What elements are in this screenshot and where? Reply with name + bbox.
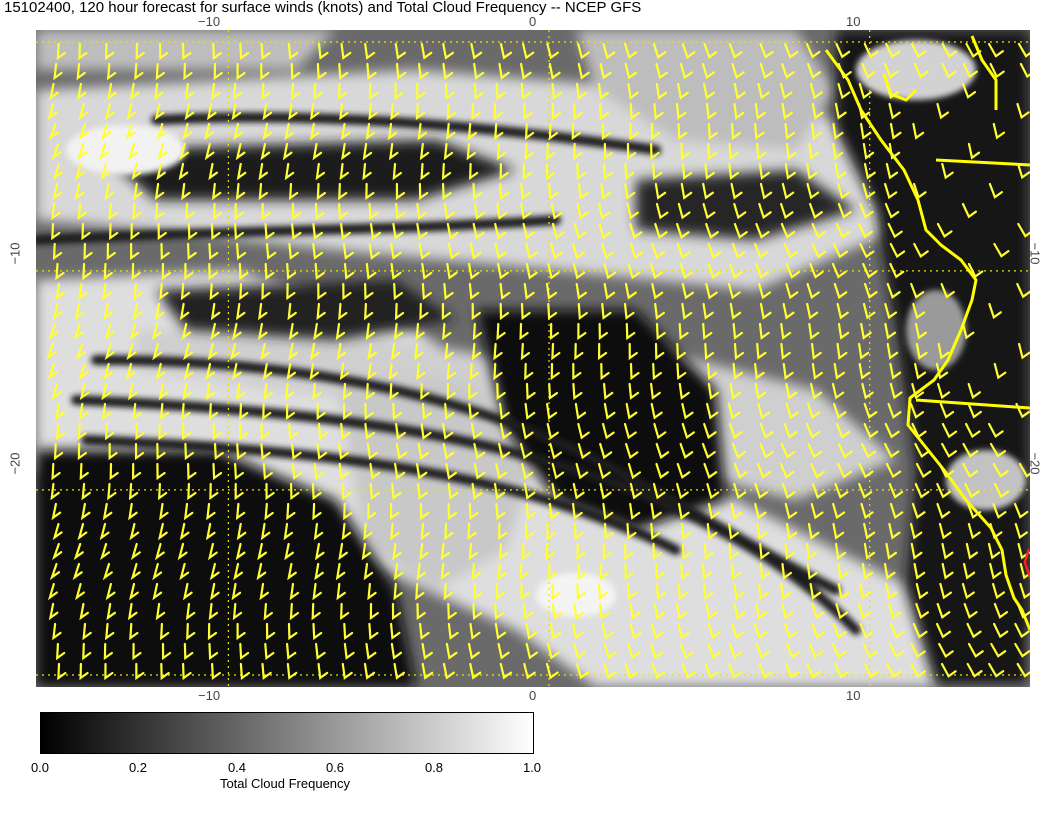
map-title: 15102400, 120 hour forecast for surface … [4,0,642,16]
colorbar-tick-4: 0.8 [424,760,444,775]
cloud-wind-map [36,30,1030,687]
top-lon-label-e10: 10 [846,14,861,29]
map-panel [36,30,1030,687]
colorbar-tick-2: 0.4 [227,760,247,775]
bottom-lon-label-0: 0 [529,688,537,703]
colorbar-label: Total Cloud Frequency [219,776,351,791]
colorbar-tick-1: 0.2 [128,760,148,775]
top-lon-label-0: 0 [529,14,537,29]
left-lat-label-s20: −20 [7,452,23,475]
colorbar-tick-3: 0.6 [325,760,345,775]
colorbar-tick-0: 0.0 [30,760,50,775]
left-lat-label-s10: −10 [7,242,23,265]
bottom-lon-label-w10: −10 [198,688,221,703]
colorbar [40,712,534,754]
colorbar-tick-5: 1.0 [522,760,542,775]
bottom-lon-label-e10: 10 [846,688,861,703]
top-lon-label-w10: −10 [198,14,221,29]
